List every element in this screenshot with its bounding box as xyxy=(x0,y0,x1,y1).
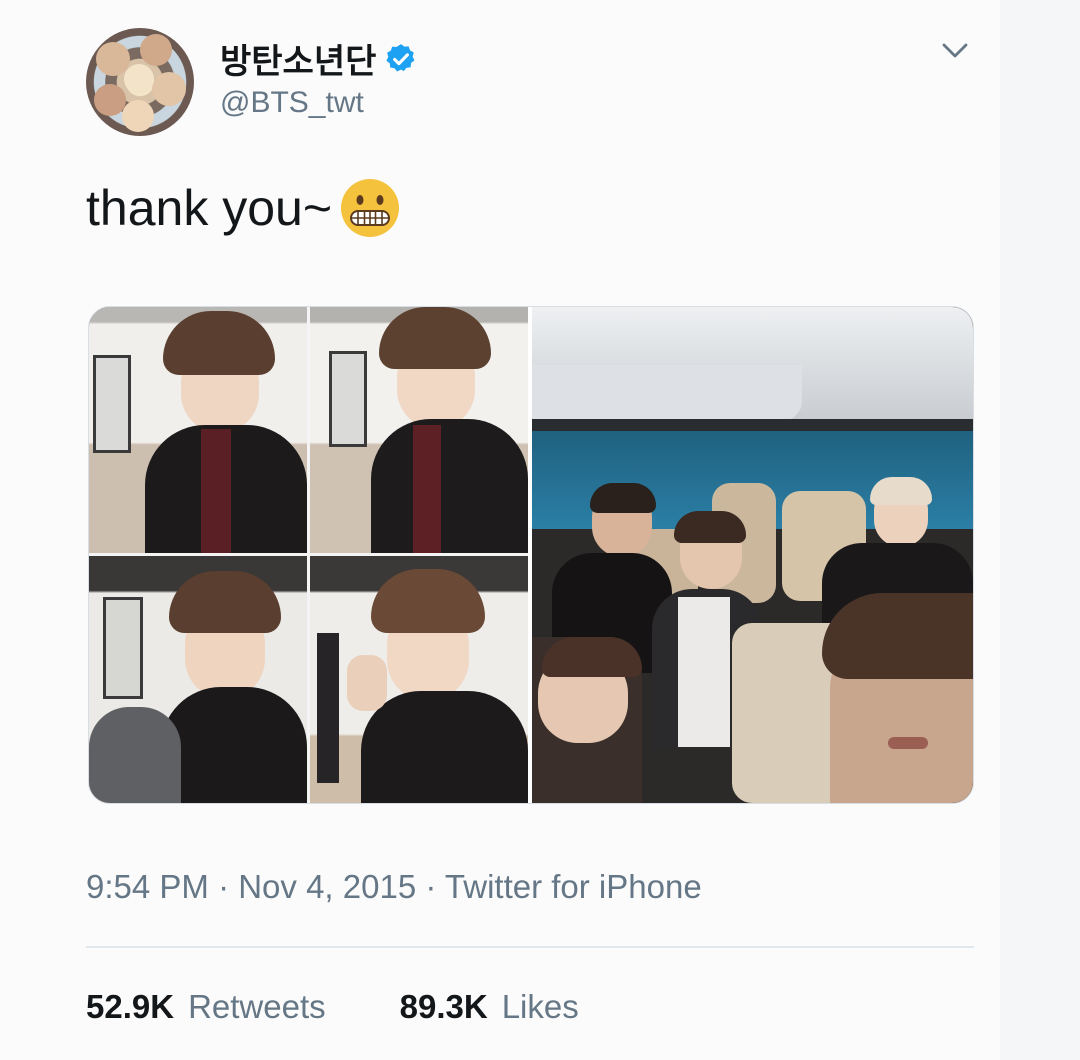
user-name-row[interactable]: 방탄소년단 xyxy=(220,34,418,83)
retweets-count[interactable]: 52.9K xyxy=(86,988,174,1026)
user-handle[interactable]: @BTS_twt xyxy=(220,86,364,120)
verified-badge-icon xyxy=(386,43,415,71)
divider xyxy=(86,946,974,948)
photo-right-bus[interactable] xyxy=(532,307,973,803)
profile-avatar[interactable] xyxy=(86,28,194,136)
tweet-text-content: thank you~ xyxy=(86,180,333,236)
likes-label[interactable]: Likes xyxy=(502,988,579,1026)
tweet-timestamp[interactable]: 9:54 PM · Nov 4, 2015 · Twitter for iPho… xyxy=(86,868,702,906)
tweet-media[interactable] xyxy=(88,306,974,804)
display-name[interactable]: 방탄소년단 xyxy=(220,34,376,83)
likes-count[interactable]: 89.3K xyxy=(400,988,488,1026)
photo-left-collage[interactable] xyxy=(89,307,528,803)
chevron-down-icon[interactable] xyxy=(938,38,972,64)
grimacing-face-emoji-icon xyxy=(341,179,400,237)
tweet-stats: 52.9K Retweets 89.3K Likes xyxy=(86,988,579,1026)
tweet-text: thank you~ xyxy=(86,176,402,240)
retweets-label[interactable]: Retweets xyxy=(188,988,326,1026)
tweet-card: 방탄소년단 @BTS_twt thank you~ 9:54 PM · Nov … xyxy=(0,0,1000,1060)
